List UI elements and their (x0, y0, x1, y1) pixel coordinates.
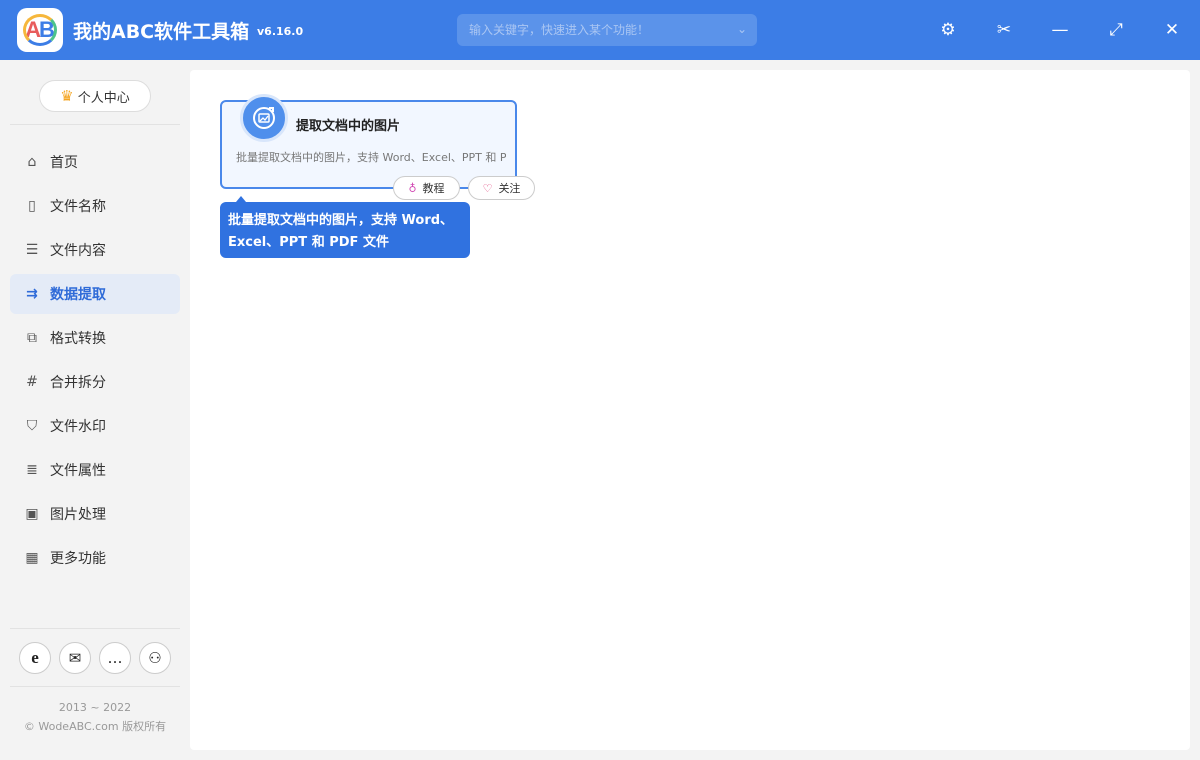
divider (10, 686, 180, 687)
crown-icon: ♛ (60, 87, 74, 105)
sidebar-item-label: 更多功能 (50, 551, 106, 567)
copyright-text: © WodeABC.com 版权所有 (23, 720, 167, 733)
card-tooltip: 批量提取文档中的图片，支持 Word、 Excel、PPT 和 PDF 文件 (220, 202, 470, 258)
sidebar: ♛ 个人中心 ⌂ 首页 ▯ 文件名称 ☰ 文件内容 ⇉ 数据提取 ⧉ 格式转换 … (0, 60, 190, 760)
sidebar-item-home[interactable]: ⌂ 首页 (10, 142, 180, 182)
settings-icon[interactable]: ⚙ (933, 15, 963, 45)
sidebar-item-format-convert[interactable]: ⧉ 格式转换 (10, 318, 180, 358)
title-bar: A B 我的ABC软件工具箱 v6.16.0 ⌄ ⚙ ✂ — ⤢ ✕ (0, 0, 1200, 60)
sidebar-nav: ⌂ 首页 ▯ 文件名称 ☰ 文件内容 ⇉ 数据提取 ⧉ 格式转换 # 合并拆分 … (10, 142, 180, 582)
tooltip-line-1: 批量提取文档中的图片，支持 Word、 (228, 213, 454, 228)
file-content-icon: ☰ (25, 242, 39, 258)
more-features-icon: ▦ (25, 550, 39, 566)
divider (10, 628, 180, 629)
file-name-icon: ▯ (28, 198, 36, 214)
image-process-icon: ▣ (25, 506, 39, 522)
sidebar-item-file-name[interactable]: ▯ 文件名称 (10, 186, 180, 226)
watermark-icon: ⛉ (26, 418, 38, 434)
sidebar-item-label: 数据提取 (50, 287, 106, 303)
follow-label: 关注 (498, 182, 521, 195)
card-description: 批量提取文档中的图片，支持 Word、Excel、PPT 和 PDF 文件 (236, 151, 506, 164)
lightbulb-icon: ♁ (408, 181, 417, 195)
personal-center-button[interactable]: ♛ 个人中心 (39, 80, 151, 112)
home-icon: ⌂ (27, 154, 37, 170)
divider (10, 124, 180, 125)
chevron-down-icon[interactable]: ⌄ (737, 22, 747, 36)
copyright-years: 2013 ~ 2022 (58, 701, 132, 714)
bottom-icon-bar: e ✉ … ⚇ (19, 642, 171, 674)
tutorial-label: 教程 (422, 182, 445, 195)
app-version: v6.16.0 (257, 25, 304, 38)
scissors-icon[interactable]: ✂ (989, 15, 1019, 45)
sidebar-item-image-process[interactable]: ▣ 图片处理 (10, 494, 180, 534)
chat-icon[interactable]: … (99, 642, 131, 674)
extract-image-icon (240, 94, 288, 142)
sidebar-item-data-extract[interactable]: ⇉ 数据提取 (10, 274, 180, 314)
maximize-icon[interactable]: ⤢ (1101, 15, 1131, 45)
sidebar-item-label: 首页 (50, 155, 78, 171)
sidebar-item-label: 文件内容 (50, 243, 106, 259)
browser-icon[interactable]: e (19, 642, 51, 674)
heart-icon: ♡ (482, 181, 493, 195)
sidebar-item-label: 图片处理 (50, 507, 106, 523)
minimize-icon[interactable]: — (1045, 15, 1075, 45)
personal-center-label: 个人中心 (77, 90, 130, 106)
search-input[interactable] (469, 23, 719, 37)
sidebar-item-label: 文件水印 (50, 419, 106, 435)
merge-split-icon: # (26, 374, 38, 390)
sidebar-item-watermark[interactable]: ⛉ 文件水印 (10, 406, 180, 446)
tutorial-button[interactable]: ♁ 教程 (393, 176, 460, 200)
file-attribute-icon: ≣ (26, 462, 38, 478)
mail-icon[interactable]: ✉ (59, 642, 91, 674)
app-title: 我的ABC软件工具箱 (73, 21, 250, 43)
sidebar-item-file-attribute[interactable]: ≣ 文件属性 (10, 450, 180, 490)
sidebar-item-merge-split[interactable]: # 合并拆分 (10, 362, 180, 402)
card-title: 提取文档中的图片 (296, 119, 401, 134)
share-icon[interactable]: ⚇ (139, 642, 171, 674)
sidebar-item-more-features[interactable]: ▦ 更多功能 (10, 538, 180, 578)
sidebar-item-file-content[interactable]: ☰ 文件内容 (10, 230, 180, 270)
tooltip-line-2: Excel、PPT 和 PDF 文件 (228, 235, 389, 250)
search-box[interactable]: ⌄ (457, 14, 757, 46)
format-convert-icon: ⧉ (27, 330, 37, 346)
follow-button[interactable]: ♡ 关注 (468, 176, 535, 200)
close-icon[interactable]: ✕ (1157, 15, 1187, 45)
sidebar-item-label: 合并拆分 (50, 375, 106, 391)
data-extract-icon: ⇉ (26, 286, 38, 302)
app-logo: A B (17, 8, 63, 52)
sidebar-item-label: 格式转换 (50, 331, 106, 347)
sidebar-item-label: 文件名称 (50, 199, 106, 215)
logo-ring (23, 14, 57, 46)
sidebar-item-label: 文件属性 (50, 463, 106, 479)
main-content: 提取文档中的图片 批量提取文档中的图片，支持 Word、Excel、PPT 和 … (190, 70, 1190, 750)
feature-card-extract-images[interactable]: 提取文档中的图片 批量提取文档中的图片，支持 Word、Excel、PPT 和 … (220, 94, 517, 189)
